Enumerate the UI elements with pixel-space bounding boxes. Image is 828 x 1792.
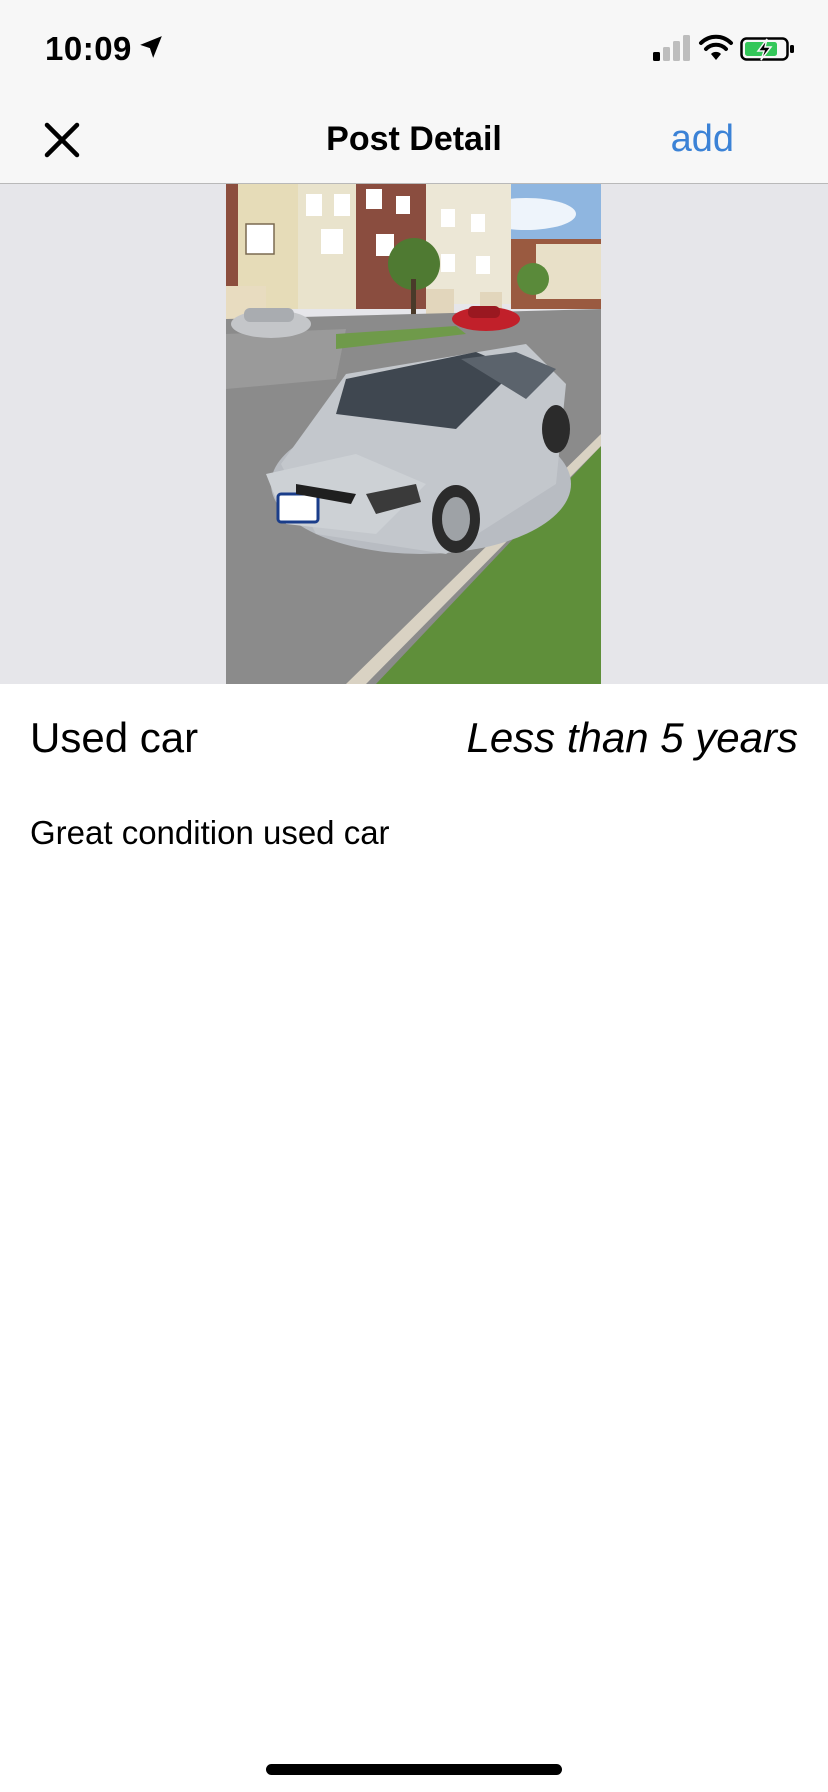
post-description: Great condition used car — [30, 814, 390, 851]
status-bar: 10:09 — [0, 0, 828, 96]
post-photo[interactable] — [226, 184, 601, 684]
post-image-area — [0, 184, 828, 684]
home-indicator[interactable] — [266, 1764, 562, 1775]
add-button[interactable]: add — [671, 118, 734, 161]
post-title: Used car — [30, 714, 199, 761]
battery-charging-icon — [740, 37, 794, 61]
nav-bar: Post Detail add — [0, 96, 828, 184]
status-time: 10:09 — [45, 30, 132, 67]
location-arrow-icon — [140, 36, 162, 58]
cellular-signal-icon — [653, 35, 690, 61]
wifi-icon — [699, 34, 733, 60]
post-age: Less than 5 years — [466, 714, 798, 761]
